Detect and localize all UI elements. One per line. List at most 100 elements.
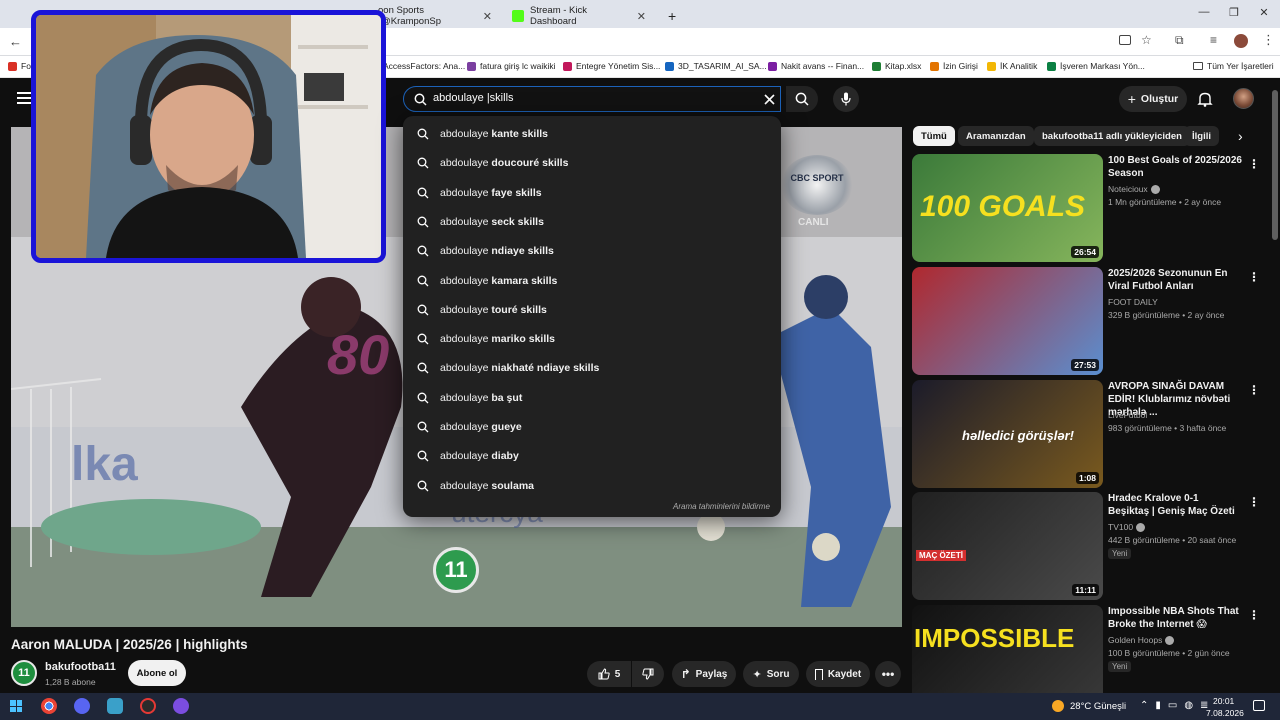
windows-start-icon[interactable] [10,700,22,712]
profile-avatar[interactable] [1234,34,1248,48]
bookmark-star-icon[interactable]: ☆ [1141,33,1152,47]
clear-search-icon[interactable] [764,94,775,105]
tab-kramponsports[interactable]: oon Sports (@KramponSp ✕ [370,4,500,28]
bookmark-item[interactable]: İşveren Markası Yön... [1047,61,1145,71]
chevron-right-icon[interactable]: › [1238,128,1243,144]
more-vertical-icon[interactable]: ⋮ [1248,270,1260,284]
tray-icons[interactable]: ⌃▮▭◍≣ [1140,700,1215,711]
recommendation-item[interactable]: 27:53 2025/2026 Sezonunun En Viral Futbol… [912,267,1262,375]
bookmark-icon [467,61,476,71]
suggestion-item[interactable]: abdoulaye doucouré skills [403,149,781,178]
chip-3[interactable]: İlgili [1184,126,1219,146]
suggestion-item[interactable]: abdoulaye kante skills [403,120,781,149]
search-button[interactable] [786,86,818,112]
suggestion-item[interactable]: abdoulaye mariko skills [403,325,781,354]
recommendation-item[interactable]: 100 GOALS 26:54 100 Best Goals of 2025/202… [912,154,1262,262]
bookmark-item[interactable]: Nakit avans -- Finan... [768,61,864,71]
channel-name[interactable]: TV100 [1108,522,1146,533]
more-vertical-icon[interactable]: ⋮ [1248,608,1260,622]
bookmark-item[interactable]: İzin Girişi [930,61,978,71]
page-scrollbar[interactable] [1272,90,1278,240]
app-icon[interactable] [173,698,189,714]
channel-name[interactable]: Golden Hoops [1108,635,1175,646]
more-vertical-icon[interactable]: ⋮ [1248,383,1260,397]
suggestion-item[interactable]: abdoulaye ba şut [403,384,781,413]
bookmark-item[interactable]: fatura giriş lc waikiki [467,61,556,71]
bookmark-icon [1047,61,1056,71]
discord-icon[interactable] [74,698,90,714]
video-thumbnail[interactable]: MAÇ ÖZETİ 11:11 [912,492,1103,600]
subscribe-button[interactable]: Abone ol [128,660,186,686]
bookmark-item[interactable]: Entegre Yönetim Sis... [563,61,660,71]
hamburger-menu-icon[interactable] [17,92,31,104]
share-button[interactable]: ↱ Paylaş [672,661,736,687]
voice-search-button[interactable] [833,86,859,112]
create-button[interactable]: + Oluştur [1119,86,1187,112]
close-icon[interactable]: ✕ [637,10,646,23]
suggestion-item[interactable]: abdoulaye faye skills [403,179,781,208]
channel-name[interactable]: FOOT DAILY [1108,297,1158,307]
dislike-button[interactable] [632,661,664,687]
cast-icon[interactable] [1119,35,1131,45]
channel-name[interactable]: LiveFutbol [1108,410,1147,420]
report-predictions-link[interactable]: Arama tahminlerini bildirme [673,502,770,511]
suggestion-item[interactable]: abdoulaye diaby [403,442,781,471]
chip-1[interactable]: Aramanızdan [958,126,1034,146]
suggestion-item[interactable]: abdoulaye soulama [403,472,781,501]
save-button[interactable]: Kaydet [806,661,870,687]
new-tab-button[interactable]: + [660,4,682,28]
suggestion-item[interactable]: abdoulaye ndiaye skills [403,237,781,266]
close-icon[interactable]: ✕ [483,10,492,23]
app-icon[interactable] [107,698,123,714]
video-title[interactable]: 2025/2026 Sezonunun En Viral Futbol Anla… [1108,267,1242,293]
suggestion-item[interactable]: abdoulaye seck skills [403,208,781,237]
chip-0[interactable]: Tümü [913,126,955,146]
user-avatar[interactable] [1233,88,1254,109]
more-vertical-icon[interactable]: ⋮ [1248,157,1260,171]
restore-icon[interactable]: ❐ [1224,6,1244,19]
tab-kick-dashboard[interactable]: Stream - Kick Dashboard ✕ [504,4,654,28]
sparkle-icon: ✦ [752,668,762,681]
recommendation-item[interactable]: həlledici görüşlər! 1:08 AVROPA SINAĞI DAV… [912,380,1262,488]
video-thumbnail[interactable]: 27:53 [912,267,1103,375]
search-icon [417,187,429,199]
bookmark-item[interactable]: Fo [8,61,31,71]
chip-2[interactable]: bakufootba11 adlı yükleyiciden [1034,126,1190,146]
advertising-text: lka [71,438,138,491]
bookmark-item[interactable]: Kitap.xlsx [872,61,921,71]
suggestion-item[interactable]: abdoulaye touré skills [403,296,781,325]
more-vertical-icon[interactable]: ⋮ [1248,495,1260,509]
clock-time[interactable]: 20:01 [1213,696,1234,706]
bookmark-item[interactable]: İK Analitik [987,61,1037,71]
bookmark-item[interactable]: 3D_TASARIM_AI_SA... [665,61,767,71]
menu-dots-icon[interactable]: ⋮ [1262,32,1275,48]
channel-name[interactable]: bakufootba11 [45,661,116,673]
all-bookmarks[interactable]: Tüm Yer İşaretleri [1193,61,1274,71]
media-icon[interactable]: ≡ [1210,33,1217,47]
more-actions-button[interactable]: ••• [875,661,901,687]
suggestion-item[interactable]: abdoulaye niakhaté ndiaye skills [403,354,781,383]
obs-icon[interactable] [140,698,156,714]
close-window-icon[interactable]: ✕ [1254,6,1274,19]
extensions-icon[interactable]: ⧉ [1175,33,1184,48]
back-icon[interactable]: ← [9,34,22,49]
video-thumbnail[interactable]: həlledici görüşlər! 1:08 [912,380,1103,488]
video-title[interactable]: Hradec Kralove 0-1 Beşiktaş | Geniş Maç … [1108,492,1242,518]
notifications-icon[interactable] [1253,700,1265,711]
suggestion-item[interactable]: abdoulaye gueye [403,413,781,442]
video-thumbnail[interactable]: 100 GOALS 26:54 [912,154,1103,262]
clock-date[interactable]: 7.08.2026 [1206,708,1244,718]
suggestion-item[interactable]: abdoulaye kamara skills [403,267,781,296]
video-title[interactable]: Impossible NBA Shots That Broke the Inte… [1108,605,1242,631]
weather-text[interactable]: 28°C Güneşli [1070,701,1126,712]
channel-avatar[interactable]: 11 [11,660,37,686]
like-button[interactable]: 5 [587,661,631,687]
minimize-icon[interactable]: — [1194,6,1214,18]
ask-button[interactable]: ✦ Soru [743,661,799,687]
bookmark-item[interactable]: AccessFactors: Ana... [383,61,465,71]
recommendation-item[interactable]: MAÇ ÖZETİ 11:11 Hradec Kralove 0-1 Beşikta… [912,492,1262,600]
video-title[interactable]: 100 Best Goals of 2025/2026 Season [1108,154,1242,180]
notifications-bell-icon[interactable] [1197,91,1213,112]
channel-name[interactable]: Noteicioux [1108,184,1160,195]
chrome-icon[interactable] [41,698,57,714]
